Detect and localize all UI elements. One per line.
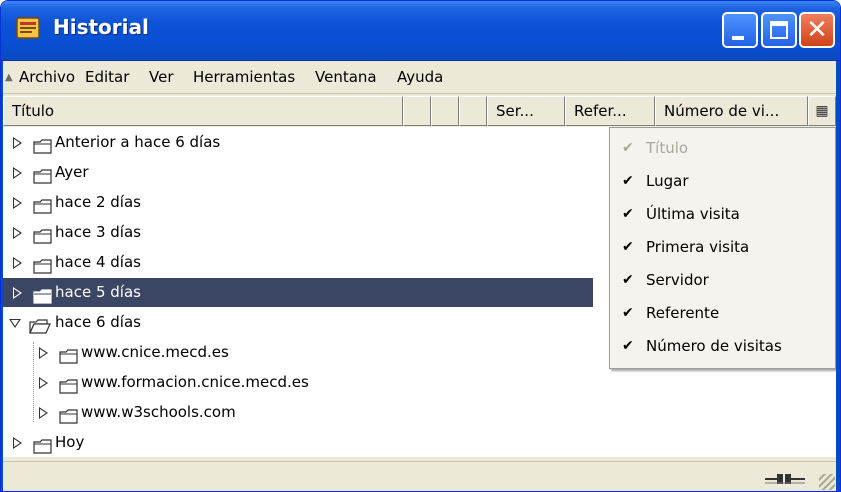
tree-item-label: Hoy [55,433,85,451]
tree-item-child[interactable]: www.w3schools.com [3,398,593,427]
check-icon: ✔ [622,239,634,255]
tree-item-label: hace 5 días [55,283,141,301]
tree-item[interactable]: Hoy [3,428,593,457]
tree-item[interactable]: Anterior a hace 6 días [3,128,593,157]
tree-item-label: hace 6 días [55,313,141,331]
menu-item-label: Referente [646,304,720,322]
expand-arrow-icon[interactable] [39,377,48,389]
menu-ver[interactable]: Ver [149,68,174,86]
collapse-arrow-icon[interactable] [9,319,21,328]
column-picker-icon: ▦ [815,103,829,119]
menu-ayuda[interactable]: Ayuda [397,68,443,86]
toolbar-grip-icon[interactable]: ▲ [5,70,14,86]
tree-item-label: hace 2 días [55,193,141,211]
column-ultima-visita[interactable] [431,96,459,126]
check-icon: ✔ [622,206,634,222]
column-referente[interactable]: Refer... [565,96,655,126]
minimize-icon [732,36,744,40]
tree-item-label: Ayer [55,163,89,181]
column-lugar[interactable] [403,96,431,126]
app-icon [15,15,43,41]
folder-icon [33,435,53,454]
close-button[interactable]: ✕ [799,12,835,48]
menu-item-servidor[interactable]: ✔ Servidor [610,264,835,297]
menu-ventana[interactable]: Ventana [315,68,377,86]
online-status-icon[interactable] [765,472,805,486]
menu-editar[interactable]: Editar [85,68,129,86]
tree-item[interactable]: hace 4 días [3,248,593,277]
expand-arrow-icon[interactable] [13,167,22,179]
column-header-bar: Título Ser... Refer... Número de vi... ▦ [3,96,836,126]
tree-item-label: www.cnice.mecd.es [81,343,229,361]
folder-icon [33,255,53,274]
check-icon: ✔ [622,173,634,189]
folder-icon [33,225,53,244]
minimize-button[interactable] [722,12,758,48]
title-bar[interactable]: Historial ✕ [1,1,840,61]
folder-icon [59,405,79,424]
open-folder-icon [29,315,51,334]
column-titulo[interactable]: Título [3,96,403,126]
tree-item-child[interactable]: www.formacion.cnice.mecd.es [3,368,593,397]
tree-item-expanded[interactable]: hace 6 días [3,308,593,337]
menu-item-titulo: ✔ Título [610,132,835,165]
expand-arrow-icon[interactable] [13,197,22,209]
menu-item-label: Última visita [646,205,740,223]
check-icon: ✔ [622,338,634,354]
folder-icon [59,345,79,364]
window-border [1,61,3,491]
folder-icon [33,135,53,154]
expand-arrow-icon[interactable] [13,137,22,149]
column-numero-visitas[interactable]: Número de vi... [655,96,808,126]
menu-item-primera-visita[interactable]: ✔ Primera visita [610,231,835,264]
menu-item-label: Número de visitas [646,337,782,355]
expand-arrow-icon[interactable] [13,437,22,449]
folder-icon [33,165,53,184]
menu-item-label: Servidor [646,271,709,289]
column-chooser-menu: ✔ Título ✔ Lugar ✔ Última visita ✔ Prime… [609,127,836,369]
menu-item-numero-visitas[interactable]: ✔ Número de visitas [610,330,835,363]
tree-item[interactable]: hace 2 días [3,188,593,217]
tree-item[interactable]: hace 3 días [3,218,593,247]
expand-arrow-icon[interactable] [39,347,48,359]
folder-icon [33,195,53,214]
menu-item-ultima-visita[interactable]: ✔ Última visita [610,198,835,231]
expand-arrow-icon[interactable] [39,407,48,419]
menu-bar: ▲ Archivo Editar Ver Herramientas Ventan… [1,62,840,94]
tree-item-label: www.formacion.cnice.mecd.es [81,373,309,391]
tree-item-label: hace 3 días [55,223,141,241]
column-servidor[interactable]: Ser... [487,96,565,126]
window-title: Historial [53,15,149,39]
folder-icon [59,375,79,394]
menu-item-label: Lugar [646,172,689,190]
expand-arrow-icon[interactable] [13,227,22,239]
menu-item-label: Primera visita [646,238,750,256]
check-icon: ✔ [622,140,634,156]
window-border [836,61,840,491]
tree-item-label: hace 4 días [55,253,141,271]
tree-item-child[interactable]: www.cnice.mecd.es [3,338,593,367]
tree-item-label: www.w3schools.com [81,403,236,421]
tree-item[interactable]: Ayer [3,158,593,187]
folder-icon [33,285,53,304]
column-picker-button[interactable]: ▦ [808,96,836,126]
tree-item-label: Anterior a hace 6 días [55,133,221,151]
menu-item-label: Título [646,139,689,157]
check-icon: ✔ [622,305,634,321]
check-icon: ✔ [622,272,634,288]
close-icon: ✕ [806,15,828,45]
status-bar [1,461,840,491]
menu-herramientas[interactable]: Herramientas [193,68,295,86]
menu-item-referente[interactable]: ✔ Referente [610,297,835,330]
maximize-button[interactable] [761,12,797,48]
resize-grip-icon[interactable] [819,474,835,490]
history-window: Historial ✕ ▲ Archivo Editar Ver Herrami… [0,0,841,492]
maximize-icon [770,21,788,39]
menu-archivo[interactable]: Archivo [19,68,75,86]
column-primera-visita[interactable] [459,96,487,126]
expand-arrow-icon[interactable] [13,257,22,269]
menu-item-lugar[interactable]: ✔ Lugar [610,165,835,198]
tree-item-selected[interactable]: hace 5 días [3,278,593,307]
expand-arrow-icon[interactable] [13,287,22,299]
